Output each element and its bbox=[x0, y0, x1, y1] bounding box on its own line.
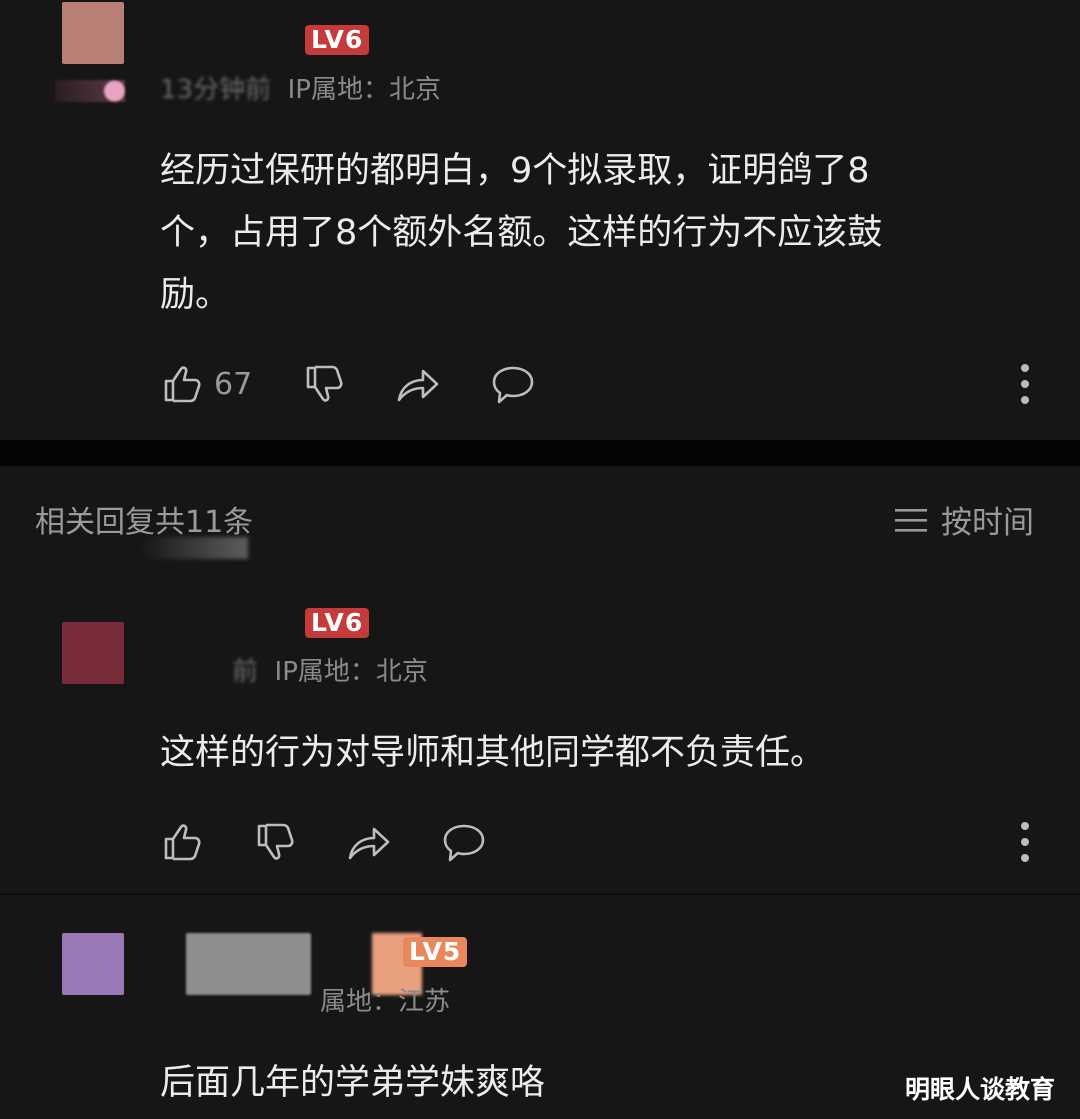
comment-icon[interactable] bbox=[490, 364, 536, 406]
more-icon[interactable] bbox=[1020, 821, 1030, 863]
username-redacted bbox=[186, 933, 311, 995]
ip-location: 属地：江苏 bbox=[320, 987, 451, 1017]
level-badge: LV5 bbox=[403, 937, 468, 967]
ip-location: IP属地：北京 bbox=[287, 75, 441, 105]
comment-icon[interactable] bbox=[441, 822, 487, 864]
replies-count: 相关回复共11条 bbox=[35, 505, 254, 540]
comment-text-line: 个，占用了8个额外名额。这样的行为不应该鼓 bbox=[160, 213, 883, 253]
dislike-icon[interactable] bbox=[302, 362, 346, 406]
avatar[interactable] bbox=[62, 2, 124, 64]
comment-time: 前 bbox=[232, 657, 259, 687]
avatar[interactable] bbox=[62, 933, 124, 995]
comment-text-line: 经历过保研的都明白，9个拟录取，证明鸽了8 bbox=[160, 151, 870, 191]
comment-text: 经历过保研的都明白，9个拟录取，证明鸽了8 个，占用了8个额外名额。这样的行为不… bbox=[160, 140, 882, 326]
row-divider bbox=[0, 893, 1080, 895]
comment-text: 后面几年的学弟学妹爽咯 bbox=[160, 1063, 546, 1103]
ip-location: IP属地：北京 bbox=[274, 657, 428, 687]
comment-text: 这样的行为对导师和其他同学都不负责任。 bbox=[160, 733, 826, 773]
more-icon[interactable] bbox=[1020, 363, 1030, 405]
like-icon bbox=[164, 366, 201, 403]
comment-meta: 13分钟前 IP属地：北京 bbox=[160, 74, 441, 106]
level-badge: LV6 bbox=[305, 25, 370, 55]
watermark: 明眼人谈教育 bbox=[905, 1075, 1056, 1104]
share-icon[interactable] bbox=[346, 822, 392, 862]
replies-section bbox=[0, 466, 1080, 1119]
comment-meta: 属地：江苏 bbox=[320, 986, 450, 1018]
sort-toggle[interactable]: 按时间 bbox=[895, 497, 1034, 542]
comment-text-line: 励。 bbox=[160, 275, 231, 315]
comment-time: 13分钟前 bbox=[160, 75, 272, 105]
like-icon[interactable] bbox=[160, 820, 204, 864]
dislike-icon[interactable] bbox=[253, 820, 297, 864]
section-separator bbox=[0, 440, 1080, 466]
menu-lines-icon bbox=[895, 508, 927, 532]
like-count: 67 bbox=[214, 366, 253, 402]
sort-label: 按时间 bbox=[941, 505, 1034, 541]
avatar[interactable] bbox=[62, 622, 124, 684]
comment-meta: 前 IP属地：北京 bbox=[232, 656, 428, 688]
level-badge: LV6 bbox=[305, 608, 370, 638]
like-button[interactable]: 67 bbox=[160, 360, 252, 408]
blur-smudge bbox=[140, 537, 248, 559]
share-icon[interactable] bbox=[395, 364, 441, 404]
avatar-pendant bbox=[55, 80, 125, 102]
